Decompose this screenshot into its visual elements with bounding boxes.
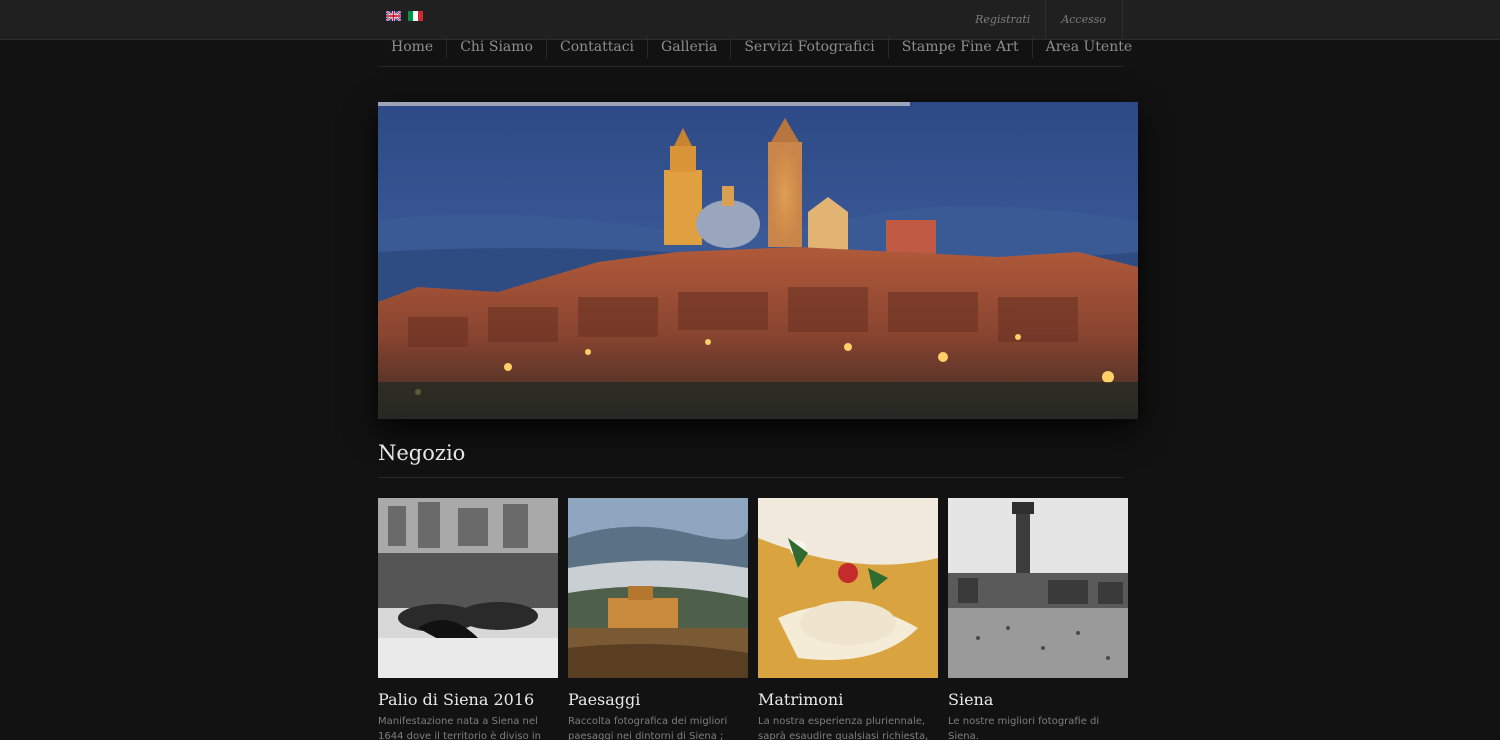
product-title[interactable]: Matrimoni <box>758 690 938 709</box>
nav-item-galleria[interactable]: Galleria <box>648 36 732 58</box>
uk-flag-icon[interactable] <box>386 11 401 21</box>
product-image-siena[interactable] <box>948 498 1128 678</box>
product-image-matrimoni[interactable] <box>758 498 938 678</box>
section-divider <box>378 477 1123 478</box>
main-nav: Home Chi Siamo Contattaci Galleria Servi… <box>378 36 1132 67</box>
product-description: Raccolta fotografica dei migliori paesag… <box>568 716 728 740</box>
nav-item-stampe-fine-art[interactable]: Stampe Fine Art <box>889 36 1033 58</box>
product-title[interactable]: Palio di Siena 2016 <box>378 690 558 709</box>
nav-item-servizi-fotografici[interactable]: Servizi Fotografici <box>731 36 889 58</box>
login-link[interactable]: Accesso <box>1046 0 1123 40</box>
product-title[interactable]: Siena <box>948 690 1128 709</box>
product-card[interactable]: Palio di Siena 2016 Manifestazione nata … <box>378 498 558 740</box>
product-description: La nostra esperienza pluriennale, saprà … <box>758 716 929 740</box>
register-link[interactable]: Registrati <box>960 0 1047 40</box>
nav-item-area-utente[interactable]: Area Utente <box>1033 36 1146 58</box>
language-switcher <box>386 11 423 21</box>
hero-image-siena-night <box>378 102 1138 419</box>
product-description: Le nostre migliori fotografie di Siena. <box>948 716 1100 740</box>
nav-item-chi-siamo[interactable]: Chi Siamo <box>447 36 547 58</box>
product-image-palio[interactable] <box>378 498 558 678</box>
section-title: Negozio <box>378 441 466 465</box>
product-card[interactable]: Matrimoni La nostra esperienza plurienna… <box>758 498 938 740</box>
hero-slider[interactable] <box>378 102 1138 419</box>
product-title[interactable]: Paesaggi <box>568 690 748 709</box>
nav-item-contattaci[interactable]: Contattaci <box>547 36 649 58</box>
slider-progress-bar <box>378 102 910 106</box>
nav-item-home[interactable]: Home <box>378 36 448 58</box>
italy-flag-icon[interactable] <box>408 11 423 21</box>
account-links: Registrati Accesso <box>960 0 1123 40</box>
product-image-paesaggi[interactable] <box>568 498 748 678</box>
product-card[interactable]: Siena Le nostre migliori fotografie di S… <box>948 498 1128 740</box>
product-card[interactable]: Paesaggi Raccolta fotografica dei miglio… <box>568 498 748 740</box>
top-bar: Registrati Accesso <box>0 0 1500 40</box>
product-description: Manifestazione nata a Siena nel 1644 dov… <box>378 716 541 740</box>
